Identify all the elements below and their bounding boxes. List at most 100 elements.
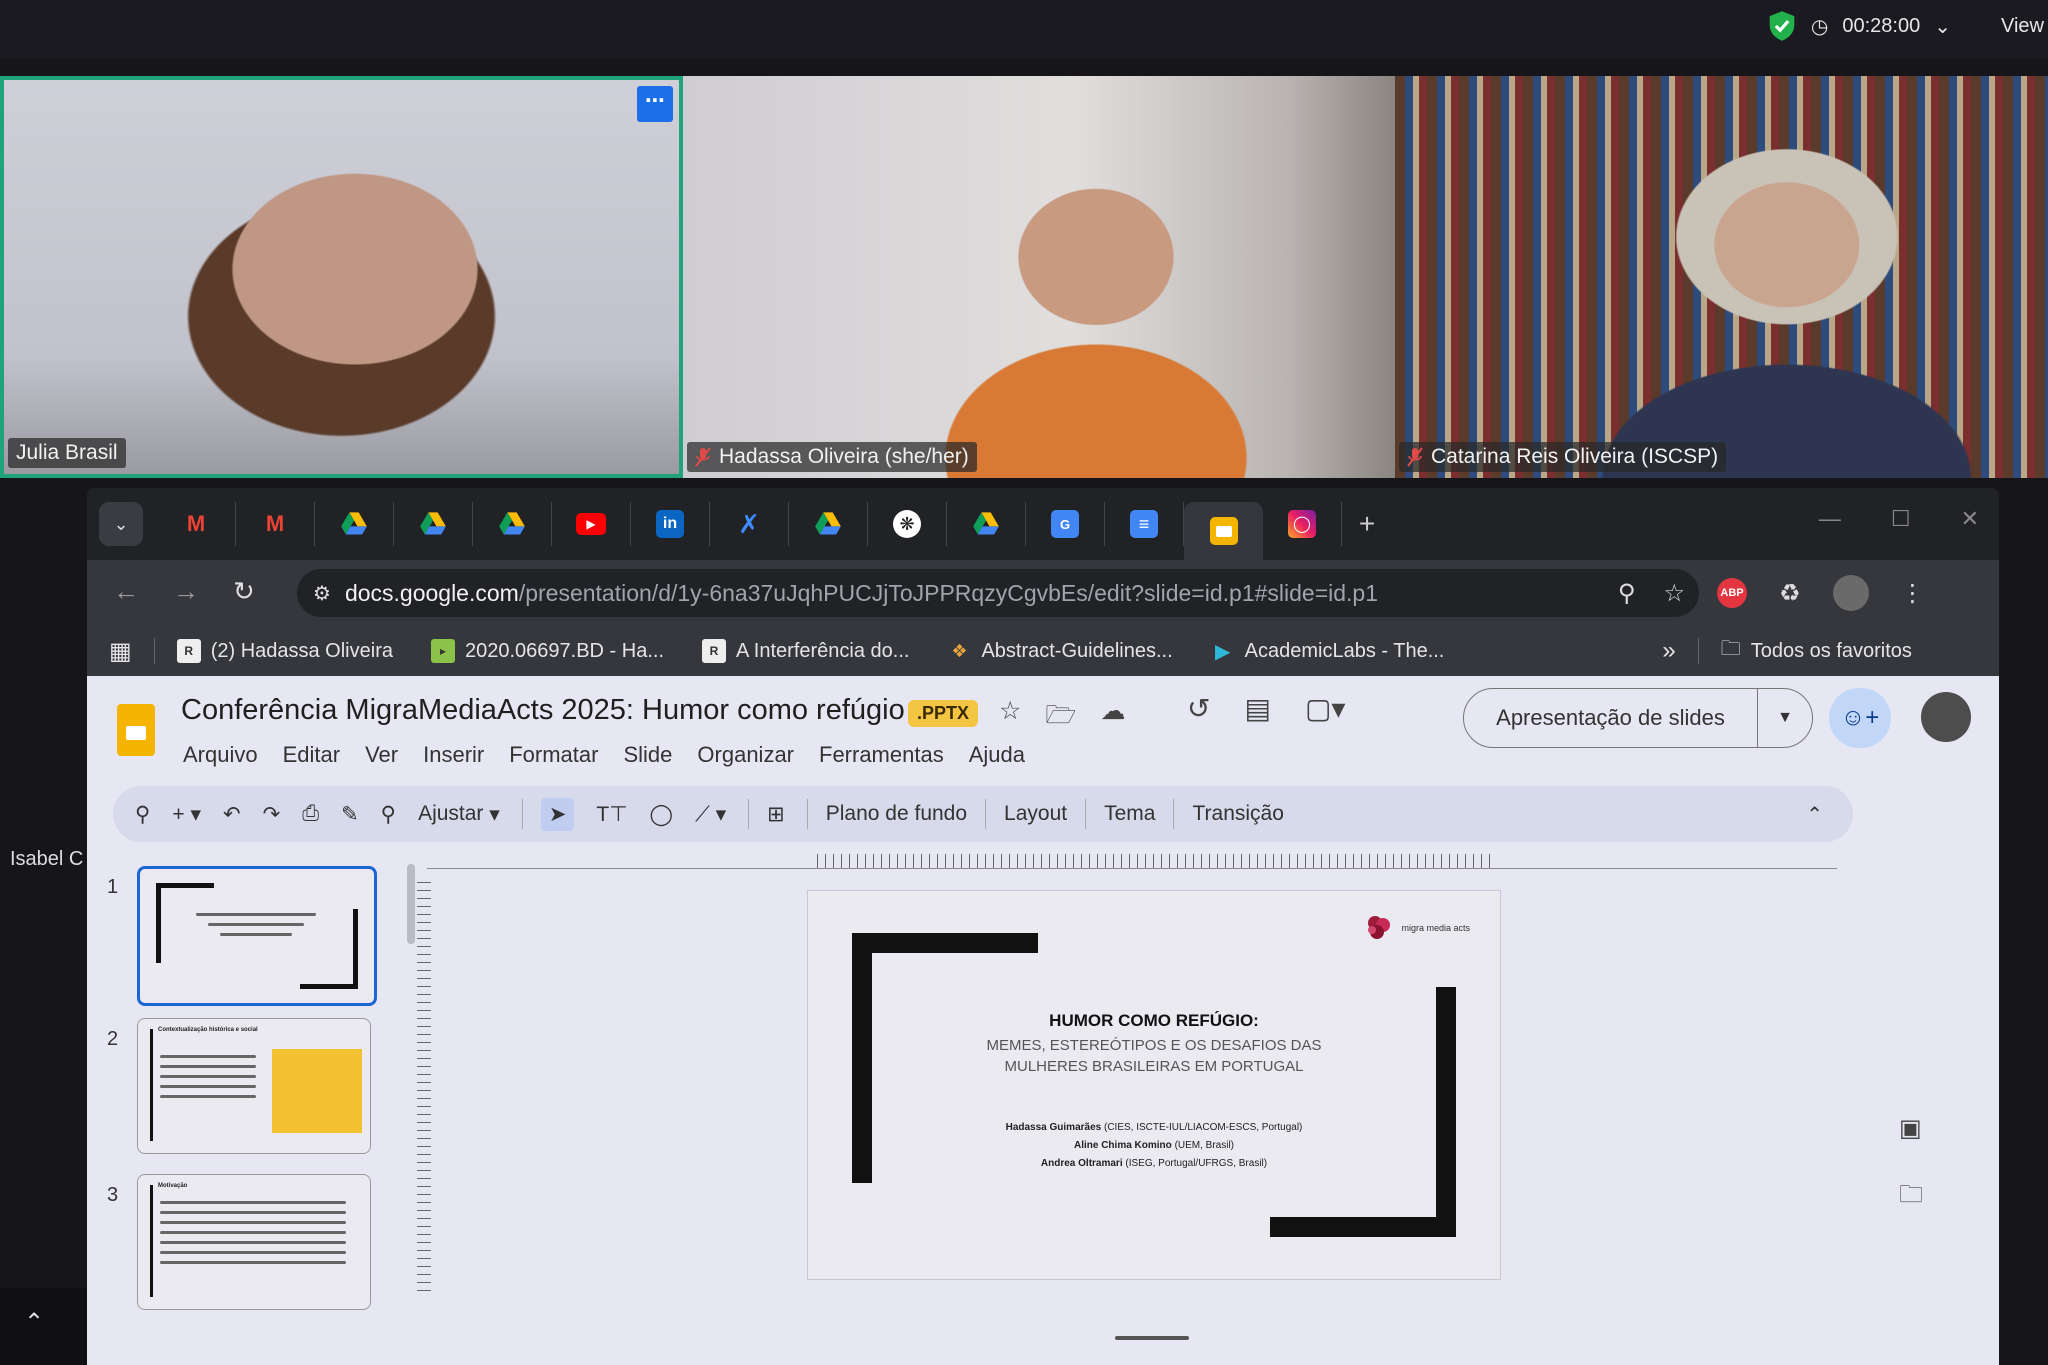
menu-ver[interactable]: Ver [365,742,398,768]
maximize-icon[interactable]: ☐ [1891,506,1911,532]
add-comment-icon[interactable]: ⊞ [767,802,785,827]
tab-confluence[interactable]: ✗ [710,502,789,546]
folder-icon[interactable]: 🗀 [1899,1177,1923,1218]
share-add-person-icon[interactable]: ☺+ [1829,688,1891,748]
theme-button[interactable]: Tema [1104,802,1155,826]
minimize-icon[interactable]: — [1819,506,1841,532]
thumb-bar [150,1185,153,1297]
tab-translate[interactable]: G [1026,502,1105,546]
menu-organizar[interactable]: Organizar [697,742,794,768]
slide-thumbnail-1[interactable] [137,866,377,1006]
tab-slides-active[interactable] [1184,502,1263,560]
url-field[interactable]: ⚙ docs.google.com/presentation/d/1y-6na3… [297,569,1699,617]
background-button[interactable]: Plano de fundo [826,802,967,826]
slide-thumbnail-3[interactable]: Motivação [137,1174,371,1310]
zoom-icon[interactable]: ⚲ [381,802,396,827]
chevron-down-icon[interactable]: ▼ [1758,709,1812,727]
browser-menu-icon[interactable]: ⋮ [1901,579,1925,608]
video-tile-catarina[interactable]: Catarina Reis Oliveira (ISCSP) [1395,76,2048,478]
new-slide-icon[interactable]: + ▾ [172,802,201,827]
menu-ferramentas[interactable]: Ferramentas [819,742,944,768]
meet-camera-icon[interactable]: ▢▾ [1305,692,1346,725]
video-tile-hadassa[interactable]: Hadassa Oliveira (she/her) [683,76,1395,478]
chevron-up-icon[interactable]: ⌃ [24,1308,44,1337]
forward-icon[interactable]: → [173,576,199,607]
profile-avatar[interactable] [1832,575,1869,611]
paint-format-icon[interactable]: ✎ [341,802,359,827]
filmstrip-scrollbar[interactable] [407,864,415,944]
view-button[interactable]: View [2001,15,2044,38]
line-icon[interactable]: ⟋ ▾ [695,802,726,827]
zoom-icon[interactable]: ⚲ [1618,579,1636,608]
shield-check-icon[interactable] [1767,10,1797,42]
site-settings-icon[interactable]: ⚙ [313,581,331,606]
shape-icon[interactable]: ◯ [650,802,674,827]
tab-docs[interactable]: ≡ [1105,502,1184,546]
tab-gmail[interactable]: M [157,502,236,546]
star-icon[interactable]: ☆ [999,696,1021,739]
text-box-icon[interactable]: T⊤ [596,802,627,827]
current-slide[interactable]: migra media acts HUMOR COMO REFÚGIO: MEM… [807,890,1501,1280]
tab-drive[interactable] [947,502,1026,546]
menu-arquivo[interactable]: Arquivo [183,742,258,768]
tab-drive[interactable] [394,502,473,546]
comments-icon[interactable]: ▤ [1244,692,1270,725]
close-icon[interactable]: ✕ [1961,506,1979,532]
tab-drive[interactable] [473,502,552,546]
bookmark-item[interactable]: ▶ AcademicLabs - The... [1211,639,1444,663]
all-bookmarks-folder[interactable]: 🗀 Todos os favoritos [1721,634,1912,668]
speaker-notes-handle[interactable] [1115,1336,1189,1340]
meeting-timer[interactable]: 00:28:00 [1842,15,1920,38]
tab-linkedin[interactable]: in [631,502,710,546]
menu-ajuda[interactable]: Ajuda [969,742,1025,768]
image-search-icon[interactable]: ▣ [1899,1114,1923,1143]
bookmark-item[interactable]: R A Interferência do... [702,639,909,663]
bookmark-item[interactable]: ❖ Abstract-Guidelines... [947,639,1172,663]
bookmark-item[interactable]: R (2) Hadassa Oliveira [176,639,393,663]
menu-formatar[interactable]: Formatar [509,742,598,768]
subtitle-line: MEMES, ESTEREÓTIPOS E OS DESAFIOS DAS [986,1037,1322,1054]
back-icon[interactable]: ← [113,576,139,607]
print-icon[interactable]: ⎙ [302,802,319,826]
slideshow-button[interactable]: Apresentação de slides ▼ [1463,688,1813,748]
layout-button[interactable]: Layout [1004,802,1067,826]
chevron-down-icon[interactable]: ⌄ [1934,14,1951,39]
apps-grid-icon[interactable]: ▦ [109,637,132,666]
zoom-select[interactable]: Ajustar ▾ [418,802,500,827]
tab-gmail[interactable]: M [236,502,315,546]
menu-inserir[interactable]: Inserir [423,742,484,768]
account-avatar[interactable] [1921,692,1971,742]
tab-drive[interactable] [315,502,394,546]
select-cursor-icon[interactable]: ➤ [540,797,575,831]
video-tile-julia[interactable]: ⋯ Julia Brasil [0,76,683,478]
redo-icon[interactable]: ↷ [263,802,281,827]
chevron-up-icon[interactable]: ⌃ [1806,802,1823,827]
extensions-puzzle-icon[interactable]: ♻ [1779,579,1801,608]
slide-thumbnail-2[interactable]: Contextualização histórica e social [137,1018,371,1154]
menu-editar[interactable]: Editar [283,742,340,768]
bookmark-item[interactable]: ▸ 2020.06697.BD - Ha... [430,639,664,663]
new-tab-button[interactable]: + [1342,508,1392,540]
tab-drive[interactable] [789,502,868,546]
tab-search-button[interactable]: ⌄ [99,502,143,546]
transition-button[interactable]: Transição [1192,802,1283,826]
slides-logo-icon[interactable] [117,704,155,756]
bookmark-star-icon[interactable]: ☆ [1663,579,1685,608]
tile-more-options-button[interactable]: ⋯ [637,86,673,122]
adblock-extension-icon[interactable]: ABP [1717,578,1747,608]
cloud-status-icon[interactable]: ☁ [1100,696,1125,739]
version-history-icon[interactable]: ↺ [1187,692,1210,725]
divider [1697,638,1699,664]
tab-chatgpt[interactable]: ❋ [868,502,947,546]
undo-icon[interactable]: ↶ [223,802,241,827]
meeting-bottom-left[interactable]: ⌃ [0,1288,87,1365]
move-folder-icon[interactable]: 🗁 [1045,696,1076,739]
tab-youtube[interactable]: ▶ [552,502,631,546]
slideshow-label[interactable]: Apresentação de slides [1464,689,1758,747]
search-menus-icon[interactable]: ⚲ [135,802,150,827]
reload-icon[interactable]: ↻ [233,576,255,607]
document-title[interactable]: Conferência MigraMediaActs 2025: Humor c… [181,694,905,727]
menu-slide[interactable]: Slide [623,742,672,768]
tab-instagram[interactable]: ◯ [1263,502,1342,546]
more-bookmarks-icon[interactable]: » [1662,637,1675,665]
